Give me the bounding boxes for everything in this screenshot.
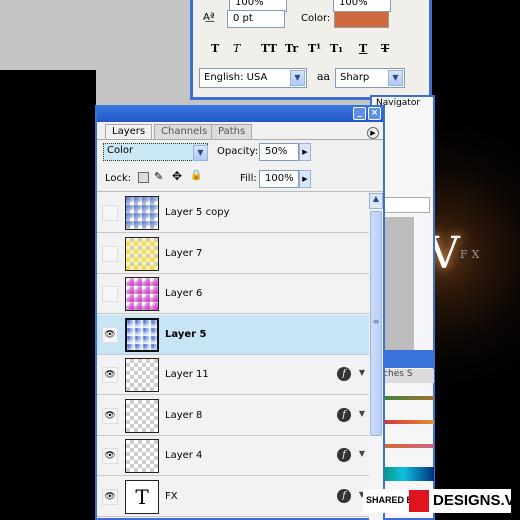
layer-row[interactable]: Layer 6 <box>97 274 369 314</box>
layer-row[interactable]: Layer 5 copy <box>97 193 369 233</box>
layer-name[interactable]: Layer 5 copy <box>165 207 229 218</box>
lock-position-move-icon[interactable]: ✥ <box>172 169 182 183</box>
layer-name[interactable]: FX <box>165 491 178 502</box>
layer-row[interactable]: Layer 7 <box>97 233 369 274</box>
language-select[interactable]: English: USA ▼ <box>199 68 307 88</box>
layer-thumbnail[interactable] <box>125 358 159 392</box>
language-value: English: USA <box>204 72 268 83</box>
layer-effects-icon[interactable]: f <box>337 407 351 422</box>
canvas-left <box>0 70 96 520</box>
layer-thumbnail[interactable] <box>125 196 159 230</box>
subscript-button[interactable]: T₁ <box>330 42 343 55</box>
antialias-icon: aa <box>317 70 331 83</box>
visibility-toggle[interactable] <box>102 245 118 262</box>
layers-panel: _ × Layers Channels Paths ▶ Color ▼ Opaci… <box>95 105 385 520</box>
layer-thumbnail[interactable] <box>125 277 159 311</box>
layer-name[interactable]: Layer 8 <box>165 410 202 421</box>
faux-italic-button[interactable]: T <box>233 42 240 55</box>
minimize-icon[interactable]: _ <box>353 107 366 120</box>
layer-name[interactable]: Layer 7 <box>165 248 202 259</box>
character-panel: 100% 100% A͟ª 0 pt Color: T T TT Tr T¹ T… <box>190 0 432 100</box>
tab-layers[interactable]: Layers <box>105 124 153 139</box>
fill-input[interactable]: 100% <box>259 170 299 188</box>
fill-label: Fill: <box>240 173 257 184</box>
layer-name[interactable]: Layer 4 <box>165 450 202 461</box>
text-layer-icon: T <box>135 484 149 509</box>
baseline-shift-input[interactable]: 0 pt <box>227 10 285 28</box>
eye-icon: 👁 <box>104 451 116 461</box>
eye-icon: 👁 <box>104 370 116 380</box>
visibility-toggle[interactable]: 👁 <box>102 488 118 505</box>
layers-titlebar[interactable]: _ × <box>97 105 383 122</box>
layers-scrollbar[interactable]: ▲ ≡ <box>369 193 383 520</box>
expand-effects-icon[interactable]: ▼ <box>359 449 365 458</box>
faux-bold-button[interactable]: T <box>211 42 219 55</box>
layer-effects-icon[interactable]: f <box>337 367 351 381</box>
blend-mode-select[interactable]: Color ▼ <box>103 143 208 161</box>
chevron-down-icon[interactable]: ▼ <box>193 145 208 161</box>
layer-thumbnail[interactable] <box>125 236 159 271</box>
opacity-label: Opacity: <box>217 146 259 157</box>
expand-effects-icon[interactable]: ▼ <box>359 409 365 418</box>
close-icon[interactable]: × <box>368 107 381 120</box>
layer-row[interactable]: 👁 Layer 5 <box>97 314 369 355</box>
layer-effects-icon[interactable]: f <box>337 488 351 503</box>
designs-logo-icon <box>409 490 429 512</box>
layer-row[interactable]: 👁 Layer 4 f ▼ <box>97 436 369 476</box>
layer-thumbnail[interactable] <box>125 317 159 352</box>
fill-slider-arrow-icon[interactable]: ▶ <box>299 170 311 188</box>
lock-image-brush-icon[interactable]: ✎ <box>154 170 163 183</box>
layer-row[interactable]: 👁 T FX f ▼ <box>97 476 369 517</box>
strikethrough-button[interactable]: T <box>381 42 389 55</box>
eye-icon: 👁 <box>104 491 116 502</box>
expand-effects-icon[interactable]: ▼ <box>359 368 365 377</box>
scroll-thumb[interactable]: ≡ <box>370 211 382 436</box>
layer-thumbnail[interactable]: T <box>125 479 159 514</box>
small-caps-button[interactable]: Tr <box>285 42 298 55</box>
antialias-select[interactable]: Sharp ▼ <box>335 68 405 88</box>
layer-row[interactable]: 👁 Layer 8 f ▼ <box>97 395 369 436</box>
scroll-up-icon[interactable]: ▲ <box>369 193 383 209</box>
color-swatch[interactable] <box>334 11 389 28</box>
layer-effects-icon[interactable]: f <box>337 448 351 462</box>
lock-label: Lock: <box>105 173 132 184</box>
blend-mode-value: Color <box>107 145 134 156</box>
layer-row[interactable]: 👁 Layer 11 f ▼ <box>97 355 369 395</box>
layer-name[interactable]: Layer 11 <box>165 369 209 380</box>
panel-menu-icon[interactable]: ▶ <box>367 127 379 139</box>
layer-thumbnail[interactable] <box>125 439 159 473</box>
tab-paths[interactable]: Paths <box>211 124 253 139</box>
canvas-text-fx: FX <box>460 248 484 261</box>
watermark: SHARED BY DESIGNS.VN <box>363 489 520 513</box>
visibility-toggle[interactable] <box>102 286 118 302</box>
layer-thumbnail[interactable] <box>125 398 159 433</box>
opacity-input[interactable]: 50% <box>259 143 299 161</box>
visibility-toggle[interactable]: 👁 <box>102 367 118 383</box>
visibility-toggle[interactable] <box>102 205 118 221</box>
tab-channels[interactable]: Channels <box>154 124 215 139</box>
chevron-down-icon[interactable]: ▼ <box>290 70 305 86</box>
visibility-toggle[interactable]: 👁 <box>102 448 118 464</box>
lock-all-icon[interactable]: 🔒 <box>190 170 202 181</box>
visibility-toggle[interactable]: 👁 <box>102 326 118 343</box>
antialias-value: Sharp <box>340 72 370 83</box>
baseline-shift-icon: A͟ª <box>203 12 215 23</box>
eye-icon: 👁 <box>104 410 116 421</box>
opacity-slider-arrow-icon[interactable]: ▶ <box>299 143 311 161</box>
underline-button[interactable]: T <box>359 42 367 55</box>
chevron-down-icon[interactable]: ▼ <box>388 70 403 86</box>
layer-name[interactable]: Layer 6 <box>165 288 202 299</box>
color-label: Color: <box>301 13 331 24</box>
superscript-button[interactable]: T¹ <box>308 42 321 55</box>
all-caps-button[interactable]: TT <box>261 42 277 55</box>
eye-icon: 👁 <box>104 329 116 340</box>
lock-transparent-icon[interactable] <box>138 172 149 183</box>
visibility-toggle[interactable]: 👁 <box>102 407 118 424</box>
layer-name[interactable]: Layer 5 <box>165 329 206 340</box>
